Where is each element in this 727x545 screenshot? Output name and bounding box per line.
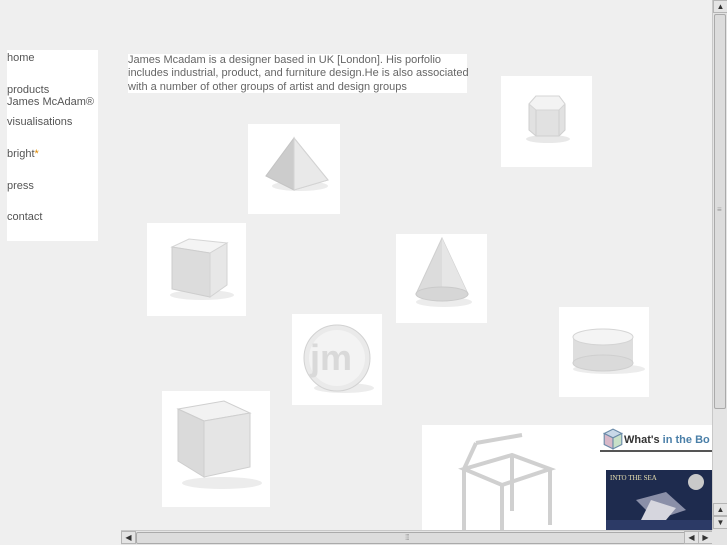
promo-book-cover[interactable]: INTO THE SEA	[606, 470, 712, 530]
scroll-right-icon[interactable]: ▶	[698, 531, 713, 544]
hexagonal-prism-icon	[526, 95, 570, 143]
grip-icon: ≡	[717, 205, 722, 214]
nav-james-mcadam[interactable]: James McAdam®	[7, 96, 94, 108]
tile-cone[interactable]	[396, 234, 487, 323]
tile-pyramid[interactable]	[248, 124, 340, 214]
intro-text: James Mcadam is a designer based in UK […	[128, 54, 469, 93]
tile-glass-box[interactable]	[162, 391, 270, 507]
tile-logo-sphere[interactable]: jm	[292, 314, 382, 405]
scroll-down-icon[interactable]: ▼	[713, 516, 727, 529]
horizontal-scrollbar[interactable]: ◀ ⁞⁞⁞ ◀ ▶	[121, 530, 727, 545]
grip-icon-h: ⁞⁞⁞	[405, 533, 410, 542]
tile-cube[interactable]	[147, 223, 246, 316]
cone-icon	[415, 236, 472, 307]
tile-wire-frame[interactable]	[422, 425, 602, 530]
intro-line-1: James Mcadam is a designer based in UK […	[128, 54, 442, 66]
scroll-up-icon-lower[interactable]: ▲	[713, 503, 727, 516]
nav-contact[interactable]: contact	[7, 211, 42, 223]
tile-hexagonal-prism[interactable]	[501, 76, 592, 167]
scroll-corner	[712, 530, 727, 545]
promo-title-a: What's	[624, 434, 660, 446]
scroll-left-icon-right[interactable]: ◀	[684, 531, 699, 544]
nav-bright[interactable]: bright*	[7, 148, 39, 160]
nav-visualisations[interactable]: visualisations	[7, 116, 72, 128]
cube-icon	[170, 238, 234, 300]
promo-title-b: in the Bo	[659, 434, 710, 446]
nav-home[interactable]: home	[7, 52, 35, 64]
glass-box-icon	[176, 400, 262, 489]
pyramid-icon	[265, 136, 329, 191]
book-title: INTO THE SEA	[610, 474, 657, 482]
star-icon: *	[34, 148, 39, 160]
horizontal-scroll-thumb[interactable]: ⁞⁞⁞	[136, 532, 688, 544]
nav-bright-label: bright	[7, 148, 35, 160]
nav-products[interactable]: products	[7, 84, 49, 96]
intro-line-2: includes industrial, product, and furnit…	[128, 67, 469, 80]
tile-cylinder[interactable]	[559, 307, 649, 397]
promo-whats-in-the-box[interactable]: What's in the Bo INTO THE SEA	[600, 425, 712, 530]
logo-text: jm	[310, 337, 353, 378]
nav-press[interactable]: press	[7, 180, 34, 192]
scroll-up-icon[interactable]: ▲	[713, 0, 727, 13]
promo-divider	[600, 450, 712, 452]
vertical-scroll-thumb[interactable]: ≡	[714, 14, 726, 409]
intro-line-3: with a number of other groups of artist …	[128, 80, 407, 93]
cube-logo-icon	[602, 428, 624, 450]
cylinder-icon	[572, 328, 645, 374]
wire-frame-icon	[458, 433, 557, 530]
scroll-left-icon[interactable]: ◀	[121, 531, 136, 544]
nav-menu: home products James McAdam® visualisatio…	[7, 50, 98, 241]
vertical-scrollbar[interactable]: ▲ ≡ ▲ ▼	[712, 0, 727, 530]
promo-title: What's in the Bo	[624, 434, 710, 446]
